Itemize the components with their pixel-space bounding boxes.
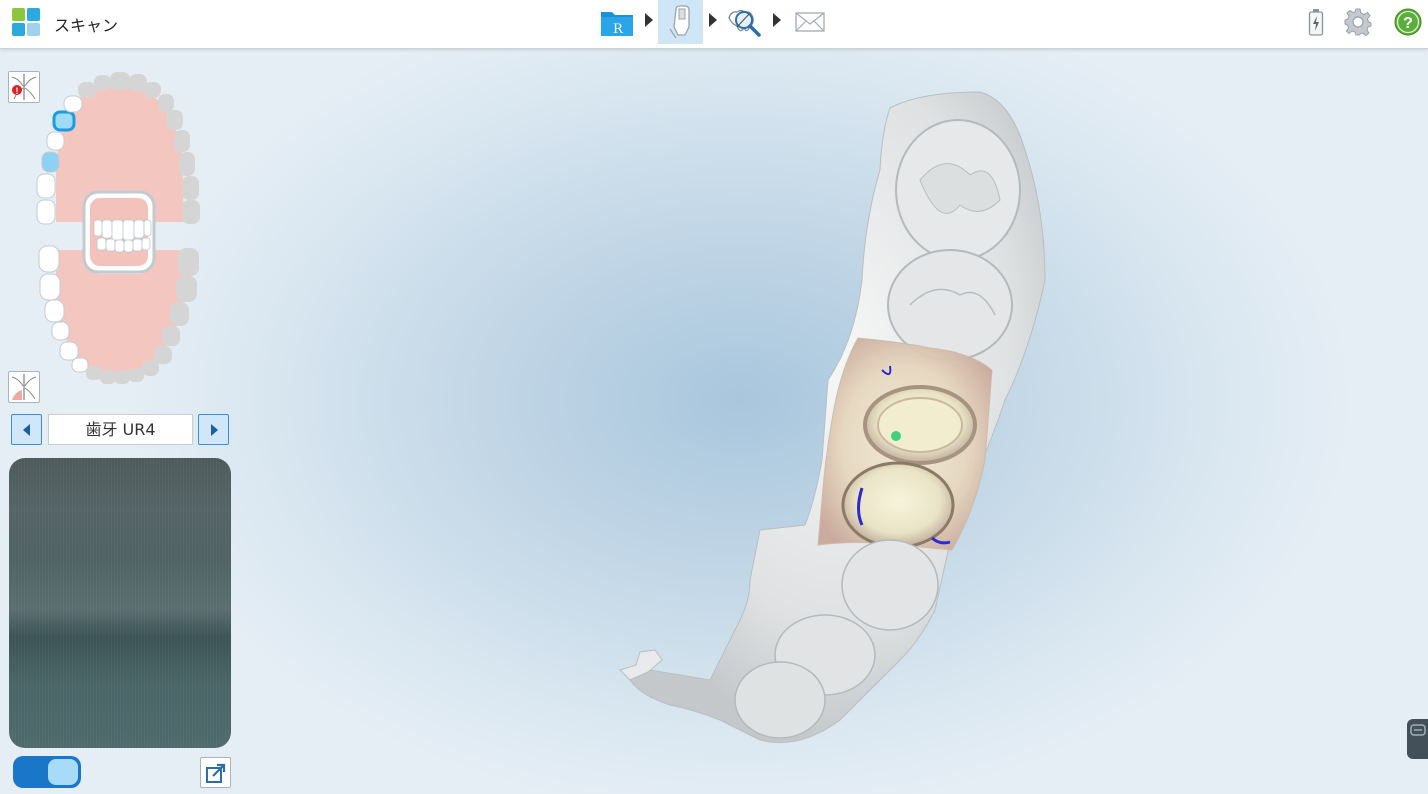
svg-text:!: ! <box>16 86 19 96</box>
app-title: スキャン <box>54 16 119 35</box>
workflow-arrow <box>709 13 717 27</box>
help-button[interactable]: ? <box>1393 6 1423 38</box>
top-toolbar: スキャン R ? <box>0 0 1428 49</box>
settings-button[interactable] <box>1342 6 1374 38</box>
workflow-step-scan[interactable] <box>658 0 703 44</box>
prev-tooth-button[interactable] <box>11 414 42 445</box>
side-drawer-handle[interactable] <box>1407 719 1428 759</box>
camera-preview <box>9 458 231 748</box>
gear-icon <box>1344 8 1372 36</box>
tooth-crown <box>841 539 939 631</box>
tooth-crown <box>734 661 826 739</box>
rx-letter: R <box>613 22 624 37</box>
workflow-step-rx[interactable]: R <box>598 0 636 44</box>
collapse-icon <box>1410 724 1426 736</box>
lower-jaw-button[interactable] <box>8 371 40 403</box>
scan-3d-model[interactable] <box>600 80 1080 760</box>
help-symbol: ? <box>1403 15 1413 32</box>
tooth-navigator: 歯牙 UR4 <box>11 414 230 446</box>
workflow-step-send[interactable] <box>793 0 827 44</box>
send-envelope-icon <box>795 12 825 32</box>
marker-point <box>891 431 901 441</box>
scan-wand-icon <box>669 5 690 39</box>
battery-charging-icon <box>1308 9 1324 36</box>
view-toggle-switch[interactable] <box>13 756 81 788</box>
workflow-arrow <box>645 13 653 27</box>
chevron-left-icon <box>22 423 30 436</box>
lower-jaw-icon <box>11 374 37 400</box>
current-tooth-label: 歯牙 UR4 <box>48 414 193 445</box>
next-tooth-button[interactable] <box>198 414 229 445</box>
chevron-right-icon <box>210 423 218 436</box>
workflow-arrow <box>773 13 781 27</box>
toggle-knob <box>48 759 78 785</box>
popout-window-icon <box>205 763 225 783</box>
popout-button[interactable] <box>200 757 231 788</box>
dental-arch-map[interactable] <box>34 70 209 390</box>
view-magnifier-icon <box>728 9 761 37</box>
rx-folder-icon: R <box>601 12 633 37</box>
front-teeth <box>93 219 152 253</box>
battery-status <box>1306 6 1326 38</box>
workflow-step-view[interactable] <box>724 0 764 44</box>
help-icon: ? <box>1394 8 1422 36</box>
app-logo-icon[interactable] <box>12 8 40 36</box>
